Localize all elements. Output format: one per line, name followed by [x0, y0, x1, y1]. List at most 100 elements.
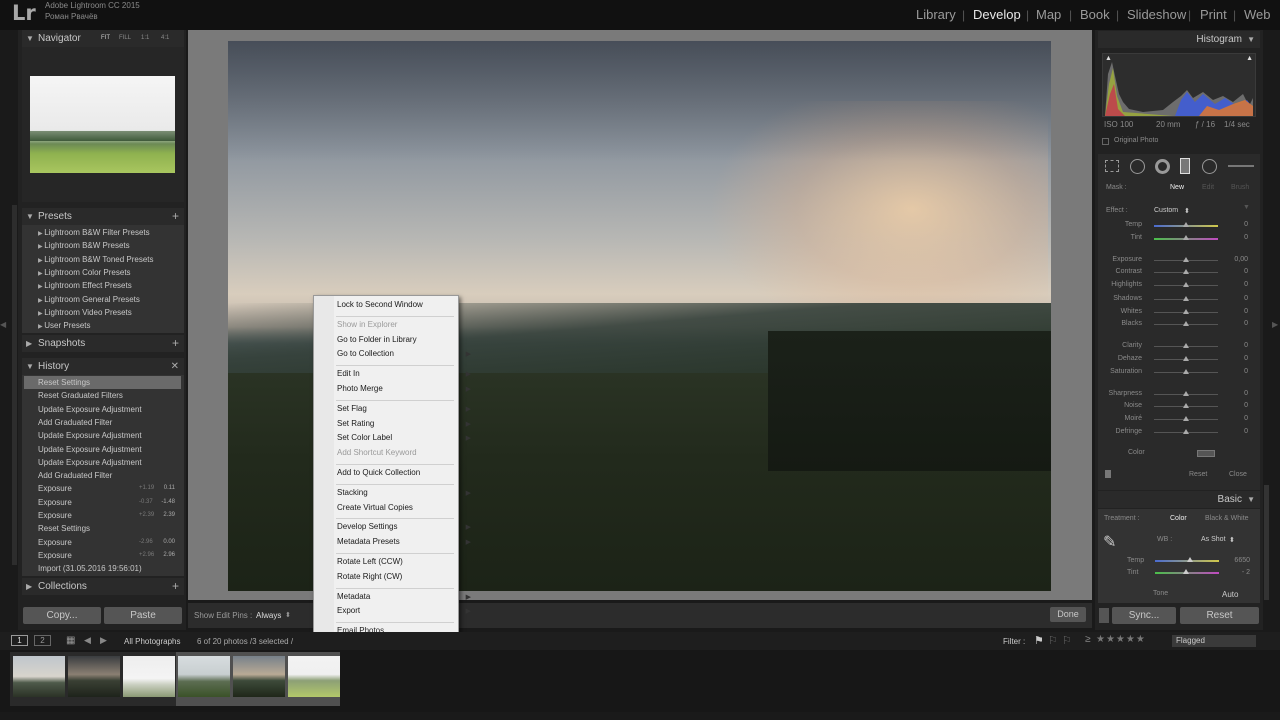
sync-button[interactable]: Sync... [1112, 607, 1176, 624]
history-header[interactable]: ▼ History ✕ [22, 358, 184, 375]
history-step[interactable]: Exposure -2.96 0.00 [24, 536, 181, 549]
module-library[interactable]: Library [916, 7, 956, 22]
auto-tone-button[interactable]: Auto [1222, 590, 1238, 599]
history-step[interactable]: Update Exposure Adjustment [24, 403, 181, 416]
preset-folder[interactable]: ▶ Lightroom Video Presets [38, 306, 178, 319]
slider-exposure[interactable]: Exposure 0,00 [1104, 256, 1254, 266]
right-collapse-icon[interactable]: ▶ [1272, 320, 1278, 329]
presets-header[interactable]: ▼ Presets + [22, 208, 184, 225]
zoom-4-1[interactable]: 4:1 [161, 30, 169, 47]
module-develop[interactable]: Develop [973, 7, 1021, 22]
slider-whites[interactable]: Whites 0 [1104, 308, 1254, 318]
navigator-header[interactable]: ▼ Navigator FIT FILL 1:1 4:1 [22, 30, 184, 47]
left-collapse-icon[interactable]: ◀ [0, 320, 6, 329]
slider-thumb[interactable] [1183, 321, 1189, 326]
basic-header[interactable]: Basic ▼ [1098, 491, 1260, 508]
menu-item[interactable]: Go to Collection ▶ [337, 348, 471, 359]
module-map[interactable]: Map [1036, 7, 1061, 22]
slider-highlights[interactable]: Highlights 0 [1104, 281, 1254, 291]
history-step[interactable]: Add Graduated Filter [24, 416, 181, 429]
slider-thumb[interactable] [1183, 269, 1189, 274]
history-step[interactable]: Update Exposure Adjustment [24, 456, 181, 469]
menu-item[interactable]: Lock to Second Window [337, 299, 457, 310]
basic-temp-track[interactable] [1155, 557, 1219, 562]
history-step[interactable]: Update Exposure Adjustment [24, 429, 181, 442]
menu-item[interactable]: Stacking ▶ [337, 487, 471, 498]
slider-tint[interactable]: Tint 0 [1104, 234, 1254, 244]
right-scrollbar[interactable] [1264, 485, 1269, 600]
mask-new[interactable]: New [1170, 184, 1184, 191]
flag-filter-icon[interactable]: ⚑ [1034, 634, 1044, 647]
preset-folder[interactable]: ▶ Lightroom General Presets [38, 293, 178, 306]
primary-display-button[interactable]: 1 [11, 635, 28, 646]
slider-saturation[interactable]: Saturation 0 [1104, 368, 1254, 378]
slider-moir[interactable]: Moiré 0 [1104, 415, 1254, 425]
paste-button[interactable]: Paste [104, 607, 182, 624]
slider-thumb[interactable] [1183, 343, 1189, 348]
copy-button[interactable]: Copy... [23, 607, 101, 624]
menu-item[interactable]: Develop Settings ▶ [337, 521, 471, 532]
zoom-1-1[interactable]: 1:1 [141, 30, 149, 47]
grid-view-icon[interactable]: ▦ [66, 635, 75, 646]
zoom-fill[interactable]: FILL [119, 30, 131, 47]
slider-thumb[interactable] [1183, 416, 1189, 421]
original-photo-checkbox[interactable] [1102, 138, 1109, 145]
slider-thumb[interactable] [1183, 235, 1189, 240]
menu-item[interactable]: Photo Merge ▶ [337, 383, 471, 394]
done-button[interactable]: Done [1050, 607, 1086, 622]
history-step[interactable]: Exposure +1.19 0.11 [24, 482, 181, 495]
history-step[interactable]: Exposure +2.39 2.39 [24, 509, 181, 522]
greater-equal-icon[interactable]: ≥ [1085, 634, 1091, 645]
slider-defringe[interactable]: Defringe 0 [1104, 428, 1254, 438]
slider-value[interactable]: 0 [1244, 368, 1248, 375]
edit-pins-select[interactable]: Always [256, 611, 281, 620]
slider-value[interactable]: 0 [1244, 281, 1248, 288]
menu-item[interactable]: Add to Quick Collection [337, 467, 457, 478]
slider-thumb[interactable] [1183, 296, 1189, 301]
graduated-filter-icon[interactable] [1180, 158, 1190, 174]
red-eye-icon[interactable] [1155, 159, 1170, 174]
filmstrip-thumb-5[interactable] [233, 656, 285, 697]
menu-item[interactable]: Metadata Presets ▶ [337, 536, 471, 547]
history-step[interactable]: Exposure +2.96 2.96 [24, 549, 181, 562]
menu-item[interactable]: Rotate Left (CCW) [337, 556, 457, 567]
highlight-clipping-icon[interactable]: ▲ [1246, 55, 1253, 62]
mask-reset-button[interactable]: Reset [1189, 471, 1207, 478]
basic-temp-thumb[interactable] [1187, 557, 1194, 562]
module-print[interactable]: Print [1200, 7, 1227, 22]
history-step[interactable]: Reset Settings [24, 522, 181, 535]
rejected-filter-icon[interactable]: ⚐ [1062, 634, 1072, 647]
menu-item[interactable]: Set Color Label ▶ [337, 432, 471, 443]
zoom-fit[interactable]: FIT [101, 30, 110, 47]
mask-close-button[interactable]: Close [1229, 471, 1247, 478]
slider-thumb[interactable] [1183, 356, 1189, 361]
menu-item[interactable]: Metadata ▶ [337, 591, 471, 602]
slider-thumb[interactable] [1183, 257, 1189, 262]
slider-contrast[interactable]: Contrast 0 [1104, 268, 1254, 278]
crop-overlay-icon[interactable] [1105, 160, 1119, 172]
slider-value[interactable]: 0 [1244, 342, 1248, 349]
basic-tint-thumb[interactable] [1182, 569, 1189, 574]
menu-item[interactable]: Edit In ▶ [337, 368, 471, 379]
basic-tint-track[interactable] [1155, 569, 1219, 574]
slider-blacks[interactable]: Blacks 0 [1104, 320, 1254, 330]
preset-folder[interactable]: ▶ User Presets [38, 319, 178, 332]
secondary-display-button[interactable]: 2 [34, 635, 51, 646]
forward-arrow-icon[interactable]: ▶ [100, 635, 107, 646]
slider-value[interactable]: 0 [1244, 268, 1248, 275]
slider-clarity[interactable]: Clarity 0 [1104, 342, 1254, 352]
slider-value[interactable]: 0 [1244, 234, 1248, 241]
history-step[interactable]: Exposure -0.37 -1.48 [24, 496, 181, 509]
slider-shadows[interactable]: Shadows 0 [1104, 295, 1254, 305]
module-slideshow[interactable]: Slideshow [1127, 7, 1186, 22]
navigator-preview[interactable] [30, 76, 175, 173]
slider-thumb[interactable] [1183, 369, 1189, 374]
treatment-bw[interactable]: Black & White [1205, 515, 1249, 522]
filmstrip-thumb-4[interactable] [178, 656, 230, 697]
filter-preset-select[interactable]: Flagged [1172, 635, 1256, 647]
slider-thumb[interactable] [1183, 429, 1189, 434]
basic-temp-value[interactable]: 6650 [1230, 557, 1250, 564]
reset-button[interactable]: Reset [1180, 607, 1259, 624]
disclosure-triangle-icon[interactable]: ▼ [1243, 204, 1250, 211]
preset-folder[interactable]: ▶ Lightroom B&W Filter Presets [38, 226, 178, 239]
